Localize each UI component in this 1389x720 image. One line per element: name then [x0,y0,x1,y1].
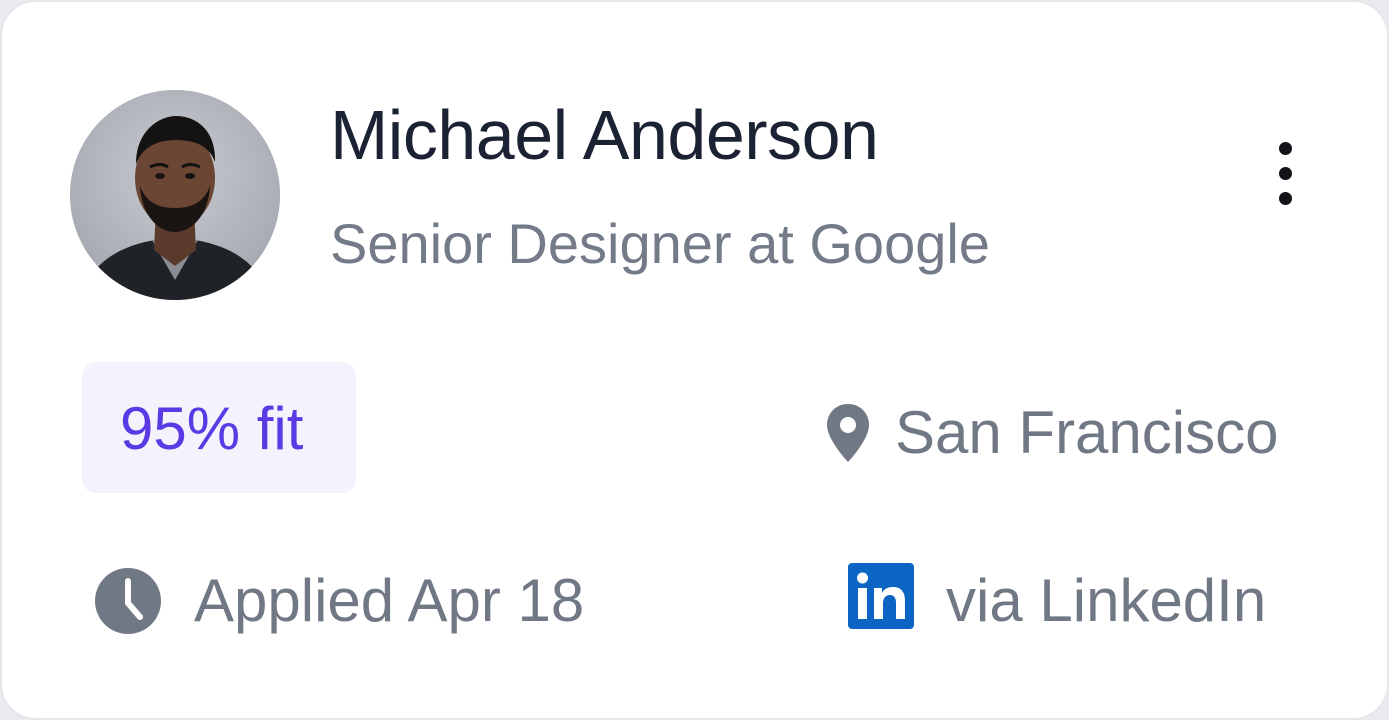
candidate-card[interactable]: Michael Anderson Senior Designer at Goog… [0,0,1389,720]
more-options-button[interactable] [1264,140,1308,208]
candidate-name: Michael Anderson [330,96,879,174]
source-text: via LinkedIn [946,567,1267,634]
linkedin-icon [848,563,914,634]
fit-score-label: 95% fit [120,395,304,462]
location-text: San Francisco [895,399,1279,466]
avatar-photo [70,90,280,300]
candidate-role: Senior Designer at Google [330,212,990,275]
clock-icon [94,567,162,640]
applied-date-text: Applied Apr 18 [194,567,585,634]
map-pin-icon [824,402,872,469]
fit-badge: 95% fit [82,362,356,493]
avatar[interactable] [70,90,280,300]
